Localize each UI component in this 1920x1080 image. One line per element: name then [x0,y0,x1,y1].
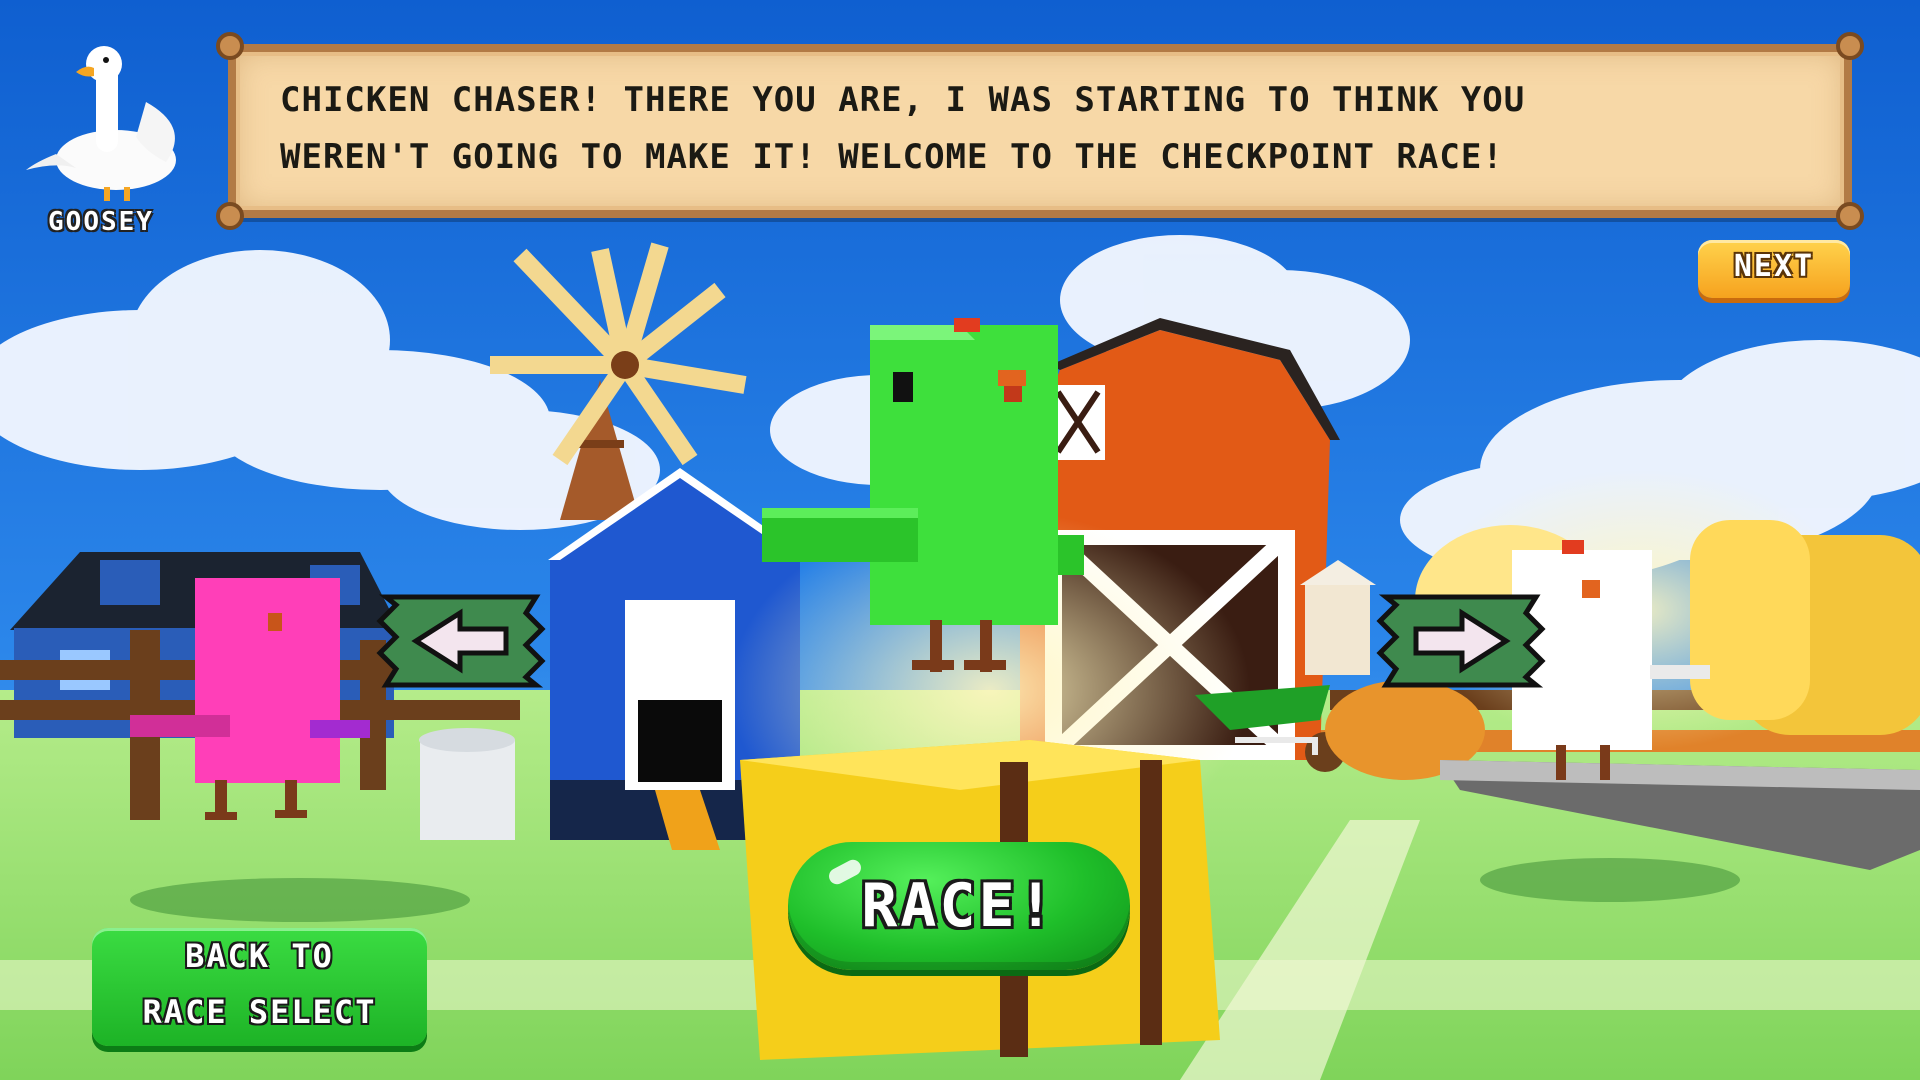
goose-portrait-icon [26,46,176,201]
dialog-line: CHICKEN CHASER! THERE YOU ARE, I WAS STA… [280,80,1526,120]
next-button[interactable]: NEXT [1698,240,1850,298]
speaker-name: GOOSEY [48,207,154,237]
race-button-label: RACE! [861,871,1057,941]
dialog-text: CHICKEN CHASER! THERE YOU ARE, I WAS STA… [280,72,1784,186]
dialog-box: CHICKEN CHASER! THERE YOU ARE, I WAS STA… [216,32,1864,230]
back-button-line2: RACE SELECT [142,993,377,1031]
back-to-race-select-button[interactable]: BACK TO RACE SELECT [92,928,427,1046]
dialog-line: WEREN'T GOING TO MAKE IT! WELCOME TO THE… [280,137,1504,177]
corner-peg-icon [216,32,244,60]
corner-peg-icon [1836,32,1864,60]
speaker-portrait: GOOSEY [16,42,186,237]
race-button[interactable]: RACE! [788,842,1130,970]
back-button-line1: BACK TO [185,937,334,975]
arrow-left-icon[interactable] [376,593,546,689]
corner-peg-icon [1836,202,1864,230]
arrow-right-icon[interactable] [1376,593,1546,689]
button-shine [826,856,864,888]
corner-peg-icon [216,202,244,230]
